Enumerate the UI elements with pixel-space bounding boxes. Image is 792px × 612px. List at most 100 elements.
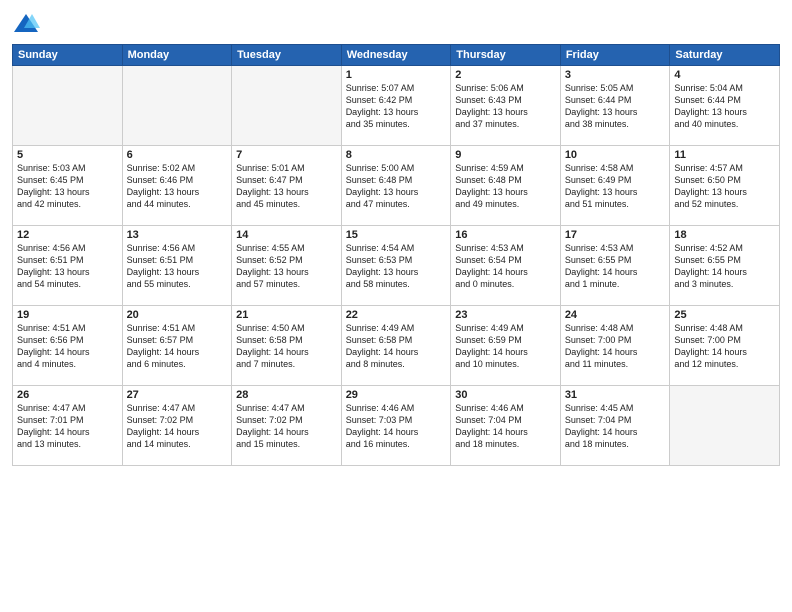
- calendar-cell-2-3: 15Sunrise: 4:54 AM Sunset: 6:53 PM Dayli…: [341, 226, 451, 306]
- cell-info: Sunrise: 4:49 AM Sunset: 6:58 PM Dayligh…: [346, 322, 447, 371]
- calendar-cell-2-4: 16Sunrise: 4:53 AM Sunset: 6:54 PM Dayli…: [451, 226, 561, 306]
- day-number: 11: [674, 149, 775, 161]
- calendar-cell-4-2: 28Sunrise: 4:47 AM Sunset: 7:02 PM Dayli…: [232, 386, 342, 466]
- cell-info: Sunrise: 4:45 AM Sunset: 7:04 PM Dayligh…: [565, 402, 666, 451]
- day-number: 27: [127, 389, 228, 401]
- day-number: 17: [565, 229, 666, 241]
- calendar-cell-0-0: [13, 66, 123, 146]
- calendar-week-1: 5Sunrise: 5:03 AM Sunset: 6:45 PM Daylig…: [13, 146, 780, 226]
- day-number: 9: [455, 149, 556, 161]
- cell-info: Sunrise: 4:52 AM Sunset: 6:55 PM Dayligh…: [674, 242, 775, 291]
- calendar-header-monday: Monday: [122, 45, 232, 66]
- day-number: 21: [236, 309, 337, 321]
- cell-info: Sunrise: 4:53 AM Sunset: 6:54 PM Dayligh…: [455, 242, 556, 291]
- calendar-cell-3-6: 25Sunrise: 4:48 AM Sunset: 7:00 PM Dayli…: [670, 306, 780, 386]
- cell-info: Sunrise: 4:51 AM Sunset: 6:56 PM Dayligh…: [17, 322, 118, 371]
- logo: [12, 10, 44, 38]
- calendar-week-4: 26Sunrise: 4:47 AM Sunset: 7:01 PM Dayli…: [13, 386, 780, 466]
- calendar-cell-1-3: 8Sunrise: 5:00 AM Sunset: 6:48 PM Daylig…: [341, 146, 451, 226]
- calendar-cell-1-0: 5Sunrise: 5:03 AM Sunset: 6:45 PM Daylig…: [13, 146, 123, 226]
- day-number: 4: [674, 69, 775, 81]
- cell-info: Sunrise: 4:46 AM Sunset: 7:03 PM Dayligh…: [346, 402, 447, 451]
- calendar-cell-0-2: [232, 66, 342, 146]
- calendar-header-friday: Friday: [560, 45, 670, 66]
- day-number: 23: [455, 309, 556, 321]
- day-number: 5: [17, 149, 118, 161]
- calendar-cell-1-5: 10Sunrise: 4:58 AM Sunset: 6:49 PM Dayli…: [560, 146, 670, 226]
- cell-info: Sunrise: 5:01 AM Sunset: 6:47 PM Dayligh…: [236, 162, 337, 211]
- cell-info: Sunrise: 5:07 AM Sunset: 6:42 PM Dayligh…: [346, 82, 447, 131]
- cell-info: Sunrise: 4:46 AM Sunset: 7:04 PM Dayligh…: [455, 402, 556, 451]
- day-number: 18: [674, 229, 775, 241]
- day-number: 13: [127, 229, 228, 241]
- day-number: 29: [346, 389, 447, 401]
- calendar-cell-3-5: 24Sunrise: 4:48 AM Sunset: 7:00 PM Dayli…: [560, 306, 670, 386]
- calendar-cell-1-1: 6Sunrise: 5:02 AM Sunset: 6:46 PM Daylig…: [122, 146, 232, 226]
- cell-info: Sunrise: 4:56 AM Sunset: 6:51 PM Dayligh…: [17, 242, 118, 291]
- day-number: 15: [346, 229, 447, 241]
- cell-info: Sunrise: 4:56 AM Sunset: 6:51 PM Dayligh…: [127, 242, 228, 291]
- calendar-header-wednesday: Wednesday: [341, 45, 451, 66]
- calendar-cell-4-3: 29Sunrise: 4:46 AM Sunset: 7:03 PM Dayli…: [341, 386, 451, 466]
- calendar-cell-0-3: 1Sunrise: 5:07 AM Sunset: 6:42 PM Daylig…: [341, 66, 451, 146]
- logo-icon: [12, 10, 40, 38]
- calendar-cell-1-4: 9Sunrise: 4:59 AM Sunset: 6:48 PM Daylig…: [451, 146, 561, 226]
- cell-info: Sunrise: 4:47 AM Sunset: 7:02 PM Dayligh…: [127, 402, 228, 451]
- day-number: 14: [236, 229, 337, 241]
- calendar-cell-2-6: 18Sunrise: 4:52 AM Sunset: 6:55 PM Dayli…: [670, 226, 780, 306]
- cell-info: Sunrise: 5:05 AM Sunset: 6:44 PM Dayligh…: [565, 82, 666, 131]
- calendar-week-2: 12Sunrise: 4:56 AM Sunset: 6:51 PM Dayli…: [13, 226, 780, 306]
- day-number: 28: [236, 389, 337, 401]
- calendar-header-tuesday: Tuesday: [232, 45, 342, 66]
- day-number: 10: [565, 149, 666, 161]
- cell-info: Sunrise: 4:57 AM Sunset: 6:50 PM Dayligh…: [674, 162, 775, 211]
- day-number: 20: [127, 309, 228, 321]
- day-number: 6: [127, 149, 228, 161]
- calendar-cell-2-0: 12Sunrise: 4:56 AM Sunset: 6:51 PM Dayli…: [13, 226, 123, 306]
- day-number: 25: [674, 309, 775, 321]
- cell-info: Sunrise: 4:48 AM Sunset: 7:00 PM Dayligh…: [674, 322, 775, 371]
- day-number: 3: [565, 69, 666, 81]
- calendar-cell-3-4: 23Sunrise: 4:49 AM Sunset: 6:59 PM Dayli…: [451, 306, 561, 386]
- calendar-cell-0-5: 3Sunrise: 5:05 AM Sunset: 6:44 PM Daylig…: [560, 66, 670, 146]
- cell-info: Sunrise: 4:49 AM Sunset: 6:59 PM Dayligh…: [455, 322, 556, 371]
- calendar-week-3: 19Sunrise: 4:51 AM Sunset: 6:56 PM Dayli…: [13, 306, 780, 386]
- calendar-header-saturday: Saturday: [670, 45, 780, 66]
- cell-info: Sunrise: 5:06 AM Sunset: 6:43 PM Dayligh…: [455, 82, 556, 131]
- calendar-cell-3-3: 22Sunrise: 4:49 AM Sunset: 6:58 PM Dayli…: [341, 306, 451, 386]
- calendar-cell-2-2: 14Sunrise: 4:55 AM Sunset: 6:52 PM Dayli…: [232, 226, 342, 306]
- calendar-cell-1-6: 11Sunrise: 4:57 AM Sunset: 6:50 PM Dayli…: [670, 146, 780, 226]
- calendar-cell-4-1: 27Sunrise: 4:47 AM Sunset: 7:02 PM Dayli…: [122, 386, 232, 466]
- cell-info: Sunrise: 4:50 AM Sunset: 6:58 PM Dayligh…: [236, 322, 337, 371]
- calendar-week-0: 1Sunrise: 5:07 AM Sunset: 6:42 PM Daylig…: [13, 66, 780, 146]
- calendar-cell-0-1: [122, 66, 232, 146]
- calendar-header-row: SundayMondayTuesdayWednesdayThursdayFrid…: [13, 45, 780, 66]
- calendar-cell-2-1: 13Sunrise: 4:56 AM Sunset: 6:51 PM Dayli…: [122, 226, 232, 306]
- calendar-cell-4-0: 26Sunrise: 4:47 AM Sunset: 7:01 PM Dayli…: [13, 386, 123, 466]
- cell-info: Sunrise: 4:47 AM Sunset: 7:02 PM Dayligh…: [236, 402, 337, 451]
- day-number: 26: [17, 389, 118, 401]
- cell-info: Sunrise: 5:03 AM Sunset: 6:45 PM Dayligh…: [17, 162, 118, 211]
- cell-info: Sunrise: 4:47 AM Sunset: 7:01 PM Dayligh…: [17, 402, 118, 451]
- day-number: 22: [346, 309, 447, 321]
- day-number: 19: [17, 309, 118, 321]
- day-number: 7: [236, 149, 337, 161]
- day-number: 30: [455, 389, 556, 401]
- cell-info: Sunrise: 5:00 AM Sunset: 6:48 PM Dayligh…: [346, 162, 447, 211]
- cell-info: Sunrise: 5:02 AM Sunset: 6:46 PM Dayligh…: [127, 162, 228, 211]
- cell-info: Sunrise: 4:58 AM Sunset: 6:49 PM Dayligh…: [565, 162, 666, 211]
- day-number: 31: [565, 389, 666, 401]
- calendar-cell-4-6: [670, 386, 780, 466]
- cell-info: Sunrise: 4:55 AM Sunset: 6:52 PM Dayligh…: [236, 242, 337, 291]
- day-number: 1: [346, 69, 447, 81]
- calendar-cell-4-5: 31Sunrise: 4:45 AM Sunset: 7:04 PM Dayli…: [560, 386, 670, 466]
- day-number: 16: [455, 229, 556, 241]
- cell-info: Sunrise: 4:53 AM Sunset: 6:55 PM Dayligh…: [565, 242, 666, 291]
- cell-info: Sunrise: 4:54 AM Sunset: 6:53 PM Dayligh…: [346, 242, 447, 291]
- calendar-cell-3-0: 19Sunrise: 4:51 AM Sunset: 6:56 PM Dayli…: [13, 306, 123, 386]
- header: [12, 10, 780, 38]
- day-number: 2: [455, 69, 556, 81]
- page: SundayMondayTuesdayWednesdayThursdayFrid…: [0, 0, 792, 612]
- calendar-cell-2-5: 17Sunrise: 4:53 AM Sunset: 6:55 PM Dayli…: [560, 226, 670, 306]
- calendar-header-sunday: Sunday: [13, 45, 123, 66]
